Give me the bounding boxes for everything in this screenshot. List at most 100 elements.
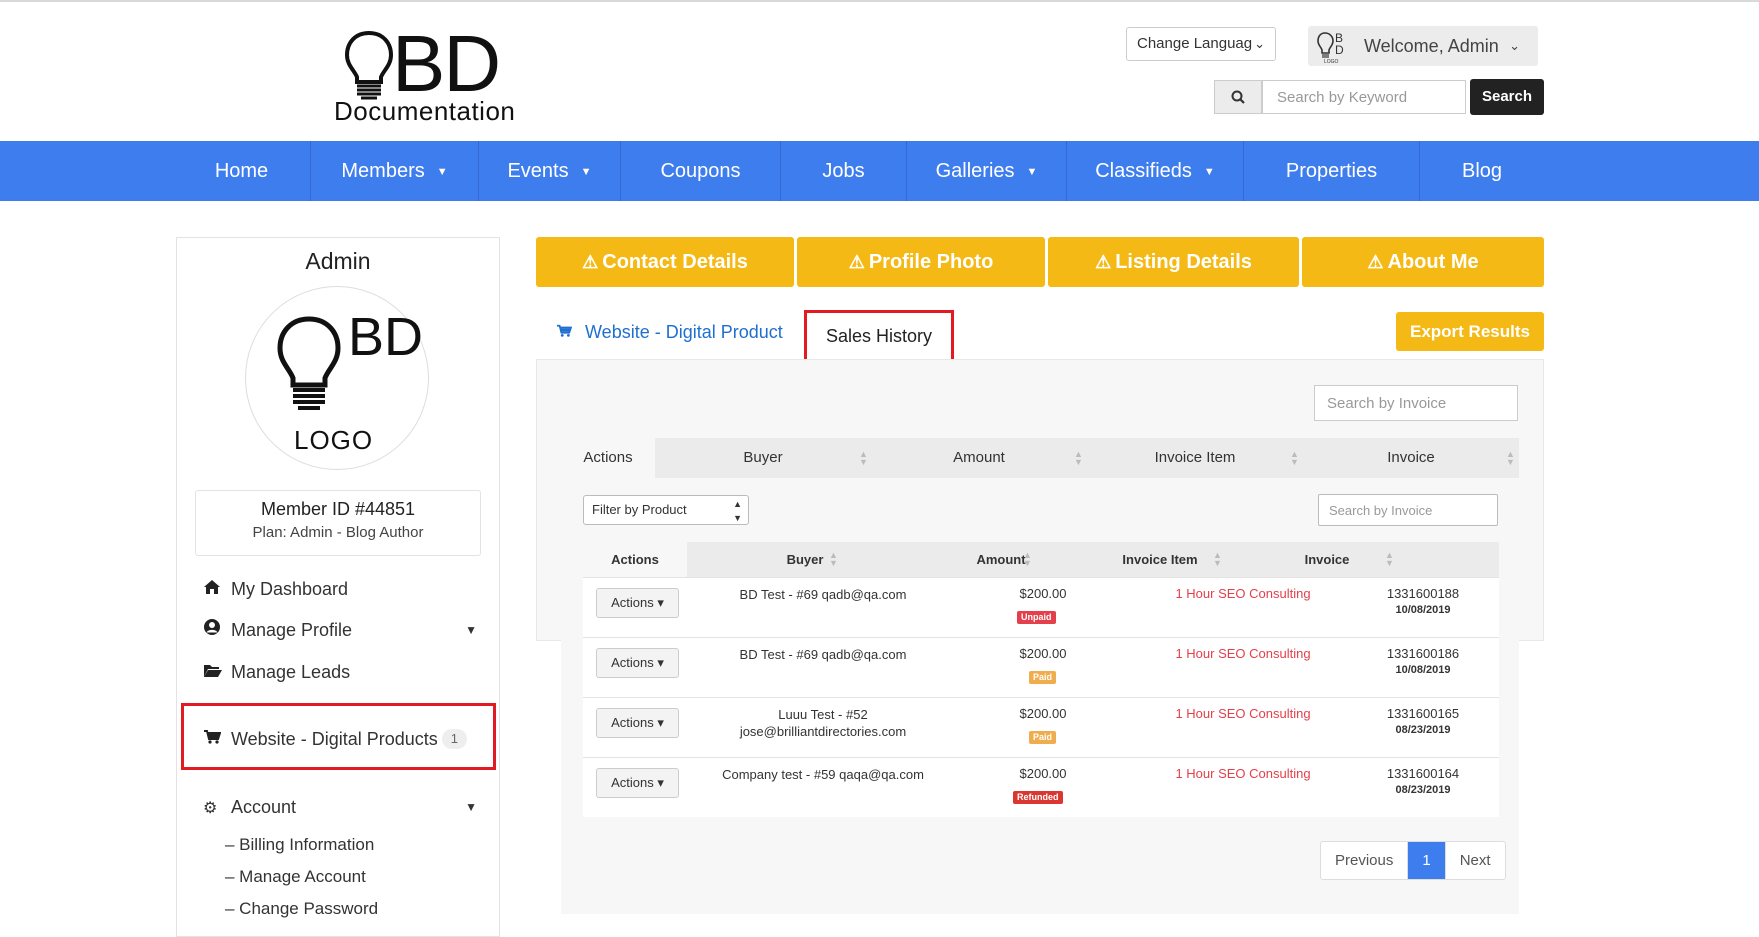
sort-icon: ▲ ▼ [1023, 550, 1032, 568]
buyer-cell: Company test - #59 qaqa@qa.com [722, 767, 924, 782]
amount-cell: $200.00 [1019, 586, 1067, 601]
caret-down-icon: ▼ [1026, 166, 1038, 178]
highlight-box [804, 310, 954, 364]
nav-blog[interactable]: Blog [1420, 141, 1544, 201]
avatar[interactable]: BD LOGO [245, 286, 429, 470]
search-icon [1231, 90, 1245, 104]
invoice-number: 1331600165 [1386, 706, 1460, 721]
page-1-button[interactable]: 1 [1408, 842, 1446, 879]
invoice-number: 1331600188 [1386, 586, 1460, 601]
sidebar-item-manage-leads[interactable]: Manage Leads [203, 659, 483, 685]
profile-sidebar: Admin BD LOGO Member ID #44851 Plan: Adm… [176, 237, 500, 937]
search-button[interactable]: Search [1470, 79, 1544, 115]
warning-icon: ⚠ [582, 252, 599, 272]
highlight-box [181, 703, 496, 770]
column-header-invoice[interactable]: Invoice [1303, 438, 1519, 478]
buyer-cell: BD Test - #69 qadb@qa.com [739, 587, 907, 602]
svg-text:D: D [1335, 43, 1344, 57]
invoice-item-link[interactable]: 1 Hour SEO Consulting [1143, 586, 1343, 601]
invoice-number: 1331600186 [1386, 646, 1460, 661]
avatar-logo-text: LOGO [294, 425, 374, 455]
sidebar-item-manage-profile[interactable]: Manage Profile ▼ [203, 617, 483, 643]
table-row: Actions ▾ BD Test - #69 qadb@qa.com $200… [583, 637, 1499, 697]
site-logo[interactable]: BD Documentation [334, 24, 534, 127]
buyer-cell: BD Test - #69 qadb@qa.com [739, 647, 907, 662]
about-me-button[interactable]: ⚠ About Me [1302, 237, 1544, 287]
nav-properties[interactable]: Properties [1244, 141, 1420, 201]
search-icon-button[interactable] [1214, 80, 1262, 114]
sidebar-subitem-manage-account[interactable]: – Manage Account [225, 867, 366, 887]
nav-jobs[interactable]: Jobs [781, 141, 907, 201]
avatar-letters: BD [348, 307, 424, 367]
column-header-amount[interactable]: Amount [923, 542, 1079, 577]
invoice-date: 10/08/2019 [1395, 664, 1451, 676]
invoice-search-input[interactable] [1314, 385, 1518, 421]
member-plan: Plan: Admin - Blog Author [252, 524, 424, 541]
member-info-card: Member ID #44851 Plan: Admin - Blog Auth… [195, 490, 481, 556]
nav-members[interactable]: Members ▼ [311, 141, 479, 201]
invoice-item-link[interactable]: 1 Hour SEO Consulting [1143, 706, 1343, 721]
logo-subtitle: Documentation [334, 96, 516, 126]
invoice-date: 08/23/2019 [1395, 784, 1451, 796]
column-header-actions[interactable]: Actions [561, 438, 655, 478]
nav-classifieds[interactable]: Classifieds ▼ [1067, 141, 1244, 201]
pagination: Previous 1 Next [1320, 841, 1506, 880]
status-badge: Paid [1029, 671, 1057, 684]
table-header: Actions Buyer ▲ ▼ Amount ▲ ▼ Invoice Item … [561, 438, 1519, 478]
invoice-item-link[interactable]: 1 Hour SEO Consulting [1143, 766, 1343, 781]
nav-coupons[interactable]: Coupons [621, 141, 781, 201]
profile-name: Admin [305, 248, 371, 274]
actions-dropdown-button[interactable]: Actions ▾ [596, 588, 679, 618]
caret-down-icon: ▼ [436, 166, 448, 178]
nav-galleries[interactable]: Galleries ▼ [907, 141, 1067, 201]
contact-details-button[interactable]: ⚠ Contact Details [536, 237, 794, 287]
sidebar-subitem-change-password[interactable]: – Change Password [225, 899, 378, 919]
actions-dropdown-button[interactable]: Actions ▾ [596, 708, 679, 738]
actions-dropdown-button[interactable]: Actions ▾ [596, 648, 679, 678]
warning-icon: ⚠ [1095, 252, 1112, 272]
export-results-button[interactable]: Export Results [1396, 312, 1544, 351]
nav-home[interactable]: Home [173, 141, 311, 201]
column-header-actions[interactable]: Actions [583, 542, 687, 577]
profile-photo-button[interactable]: ⚠ Profile Photo [797, 237, 1045, 287]
gear-icon: ⚙ [203, 800, 218, 817]
invoice-date: 10/08/2019 [1395, 604, 1451, 616]
tab-website-digital-product[interactable]: Website - Digital Product [556, 322, 783, 343]
amount-cell: $200.00 [1019, 766, 1067, 781]
table-row: Actions ▾ Luuu Test - #52 jose@brilliantd… [583, 697, 1499, 757]
sidebar-item-dashboard[interactable]: My Dashboard [203, 576, 483, 602]
keyword-search-input[interactable] [1262, 80, 1466, 114]
chevron-down-icon: ⌄ [1254, 36, 1265, 51]
amount-cell: $200.00 [1019, 706, 1067, 721]
caret-down-icon: ▼ [465, 800, 477, 814]
sidebar-item-account[interactable]: ⚙ Account ▼ [203, 794, 483, 820]
svg-text:LOGO: LOGO [1324, 59, 1339, 64]
nav-events[interactable]: Events ▼ [479, 141, 621, 201]
previous-page-button[interactable]: Previous [1321, 842, 1409, 879]
invoice-item-link[interactable]: 1 Hour SEO Consulting [1143, 646, 1343, 661]
next-page-button[interactable]: Next [1446, 842, 1505, 879]
language-select[interactable]: Change Languag ⌄ [1126, 27, 1276, 61]
invoice-date: 08/23/2019 [1395, 724, 1451, 736]
user-menu[interactable]: B D LOGO Welcome, Admin ⌄ [1308, 26, 1538, 66]
sidebar-subitem-billing[interactable]: – Billing Information [225, 835, 374, 855]
lightbulb-icon [277, 316, 341, 410]
shopping-cart-icon [556, 322, 577, 342]
amount-cell: $200.00 [1019, 646, 1067, 661]
sort-icon: ▲ ▼ [859, 449, 868, 467]
column-header-buyer[interactable]: Buyer [687, 542, 923, 577]
invoice-search-input[interactable] [1318, 494, 1498, 526]
actions-dropdown-button[interactable]: Actions ▾ [596, 768, 679, 798]
status-badge: Refunded [1013, 791, 1063, 804]
listing-details-button[interactable]: ⚠ Listing Details [1048, 237, 1299, 287]
sort-icon: ▲ ▼ [1506, 449, 1515, 467]
column-header-amount[interactable]: Amount [871, 438, 1087, 478]
main-nav: Home Members ▼ Events ▼ Coupons Jobs Galle… [0, 141, 1759, 201]
status-badge: Unpaid [1017, 611, 1056, 624]
select-arrows-icon: ▲ ▼ [733, 499, 742, 523]
table-header: Actions Buyer ▲ ▼ Amount ▲ ▼ Invoice Item … [583, 542, 1499, 577]
column-header-invoice-item[interactable]: Invoice Item [1087, 438, 1303, 478]
home-icon [203, 578, 231, 604]
column-header-buyer[interactable]: Buyer [655, 438, 871, 478]
product-filter-select[interactable]: Filter by Product ▲ ▼ [583, 495, 749, 525]
